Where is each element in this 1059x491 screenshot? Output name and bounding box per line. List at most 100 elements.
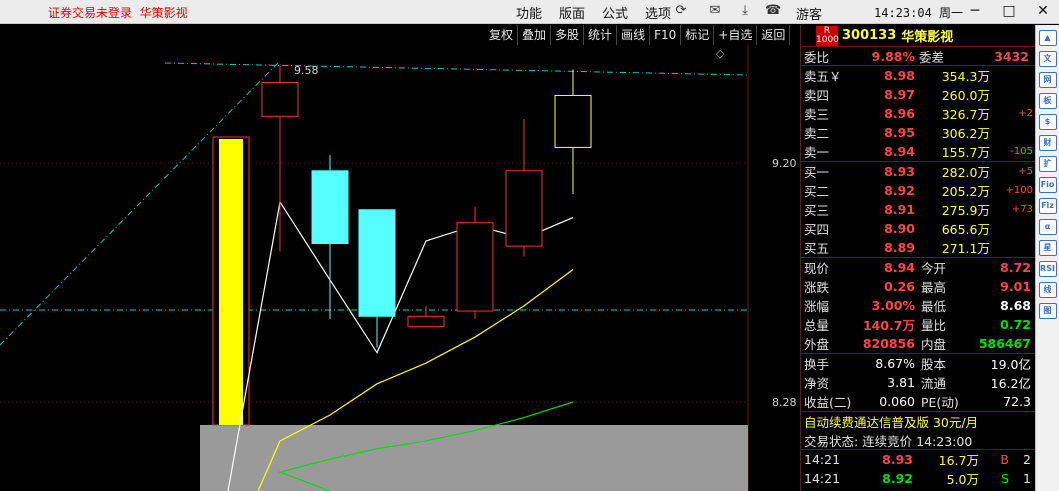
chart-toolbar: 复权 叠加 多股 统计 画线 F10 标记 +自选 返回 <box>485 25 791 45</box>
bid-row[interactable]: 买二 8.92 205.2万 +100 <box>801 181 1035 200</box>
candle-body <box>311 170 349 245</box>
title-bar: 证券交易未登录 华策影视 功能 版面 公式 选项 ⟳ ✉ ⤓ ☎ 游客 14:2… <box>0 0 1059 24</box>
candlestick[interactable] <box>505 118 543 257</box>
refresh-icon[interactable]: ⟳ <box>673 3 689 19</box>
tick-count: 1 <box>1023 471 1031 486</box>
kline-svg[interactable] <box>0 45 800 491</box>
fund-key: 收益(二) <box>804 395 852 410</box>
toolbar-restore-rights[interactable]: 复权 <box>485 25 519 45</box>
level-volume: 260.0万 <box>941 88 990 103</box>
user-label[interactable]: 游客 <box>796 4 822 23</box>
menu-options[interactable]: 选项 <box>645 3 671 22</box>
menu-formula[interactable]: 公式 <box>602 3 628 22</box>
ad-text[interactable]: 自动续费通达信普及版 30元/月 <box>801 412 978 431</box>
stat-row: 外盘 820856 内盘 586467 <box>801 334 1035 353</box>
level-label: 卖五￥ <box>804 69 842 84</box>
level-volume: 205.2万 <box>941 184 990 199</box>
fund-value2: 19.0亿 <box>990 357 1031 372</box>
stat-row: 现价 8.94 今开 8.72 <box>801 258 1035 277</box>
minimize-button[interactable]: ─ <box>966 2 984 20</box>
sidebar-tool-icon[interactable]: 板 <box>1038 93 1057 109</box>
tick-count: 2 <box>1023 452 1031 467</box>
toolbar-add-watchlist[interactable]: +自选 <box>714 25 758 45</box>
level-volume: 326.7万 <box>941 107 990 122</box>
level-label: 买五 <box>804 241 830 256</box>
axis-label-lower: 8.28 <box>772 396 797 409</box>
sidebar-tool-icon[interactable]: 文 <box>1038 51 1057 67</box>
stat-key: 涨幅 <box>804 299 830 314</box>
level-label: 买一 <box>804 165 830 180</box>
ask-row[interactable]: 卖五￥ 8.98 354.3万 <box>801 66 1035 85</box>
sidebar-tool-icon[interactable]: 图 <box>1038 303 1057 319</box>
bid-row[interactable]: 买三 8.91 275.9万 +73 <box>801 200 1035 219</box>
candlestick[interactable] <box>407 305 445 328</box>
menu-layout[interactable]: 版面 <box>559 3 585 22</box>
stat-row: 涨跌 0.26 最高 9.01 <box>801 277 1035 296</box>
level-volume: 271.1万 <box>941 241 990 256</box>
maximize-button[interactable]: □ <box>1000 2 1018 20</box>
fundamental-stats: 换手 8.67% 股本 19.0亿 净资 3.81 流通 16.2亿 收益(二) 0.060 PE(… <box>801 354 1035 412</box>
sidebar-tool-icon[interactable]: α <box>1038 219 1057 235</box>
sidebar-tool-icon[interactable]: $ <box>1038 114 1057 130</box>
bid-row[interactable]: 买五 8.89 271.1万 <box>801 238 1035 257</box>
sidebar-tool-icon[interactable]: 财 <box>1038 135 1057 151</box>
axis-label-upper: 9.20 <box>772 157 797 170</box>
weicha-label: 委差 <box>919 49 945 65</box>
bid-row[interactable]: 买四 8.90 665.6万 <box>801 219 1035 238</box>
ad-row[interactable]: 自动续费通达信普及版 30元/月 <box>801 412 1035 431</box>
candle-body <box>358 209 396 317</box>
stat-value2: 586467 <box>978 336 1031 351</box>
candlestick[interactable] <box>554 69 592 195</box>
toolbar-back[interactable]: 返回 <box>757 25 791 45</box>
margin-badge: R 1000 <box>816 25 839 46</box>
toolbar-multi-stock[interactable]: 多股 <box>551 25 585 45</box>
stat-key: 总量 <box>804 318 830 333</box>
quote-header: R 1000 300133 华策影视 <box>801 25 1035 47</box>
stat-row: 涨幅 3.00% 最低 8.68 <box>801 296 1035 315</box>
ask-row[interactable]: 卖四 8.97 260.0万 <box>801 85 1035 104</box>
ask-row[interactable]: 卖三 8.96 326.7万 +2 <box>801 104 1035 123</box>
candlestick[interactable] <box>456 207 494 319</box>
login-status[interactable]: 证券交易未登录 华策影视 <box>48 4 188 21</box>
level-price: 8.92 <box>884 183 915 198</box>
phone-icon[interactable]: ☎ <box>765 3 781 19</box>
candlestick[interactable] <box>311 155 349 319</box>
toolbar-overlay[interactable]: 叠加 <box>518 25 552 45</box>
diamond-icon[interactable]: ◇ <box>716 47 724 60</box>
stat-value2: 9.01 <box>1000 279 1031 294</box>
sidebar-tool-icon[interactable]: ▲ <box>1038 30 1057 46</box>
sidebar-tool-icon[interactable]: 扩 <box>1038 156 1057 172</box>
sidebar-tool-icon[interactable]: 网 <box>1038 72 1057 88</box>
toolbar-draw-line[interactable]: 画线 <box>617 25 651 45</box>
stat-value2: 8.68 <box>1000 298 1031 313</box>
menu-function[interactable]: 功能 <box>516 3 542 22</box>
sidebar-tool-icon[interactable]: Fio <box>1038 177 1057 193</box>
ask-row[interactable]: 卖一 8.94 155.7万 -105 <box>801 142 1035 161</box>
toolbar-statistics[interactable]: 统计 <box>584 25 618 45</box>
sidebar-tool-icon[interactable]: 线 <box>1038 282 1057 298</box>
candlestick[interactable] <box>358 209 396 348</box>
sidebar-tool-icon[interactable]: 星 <box>1038 240 1057 256</box>
level-volume: 306.2万 <box>941 126 990 141</box>
bid-row[interactable]: 买一 8.93 282.0万 +5 <box>801 162 1035 181</box>
download-icon[interactable]: ⤓ <box>737 3 753 19</box>
login-status-text[interactable]: 证券交易未登录 <box>48 6 132 20</box>
sidebar-tool-icon[interactable]: Fiz <box>1038 198 1057 214</box>
candlestick[interactable] <box>261 64 299 252</box>
message-icon[interactable]: ✉ <box>707 3 723 19</box>
toolbar-mark[interactable]: 标记 <box>681 25 715 45</box>
fund-row: 收益(二) 0.060 PE(动) 72.3 <box>801 392 1035 411</box>
weicha-value: 3432 <box>994 48 1029 64</box>
level-label: 卖一 <box>804 145 830 160</box>
toolbar-f10[interactable]: F10 <box>650 25 682 45</box>
tick-time: 14:21 <box>804 471 841 486</box>
sidebar-tool-icon[interactable]: RSI <box>1038 261 1057 277</box>
level-price: 8.93 <box>884 164 915 179</box>
fund-value2: 72.3 <box>1003 394 1031 409</box>
ask-row[interactable]: 卖二 8.95 306.2万 <box>801 123 1035 142</box>
close-button[interactable]: ✕ <box>1034 2 1052 20</box>
level-price: 8.94 <box>884 144 915 159</box>
kline-chart[interactable]: 9.58 9.20 8.28 ◇ <box>0 45 800 491</box>
fund-key2: 流通 <box>921 376 947 391</box>
level-volume: 155.7万 <box>941 145 990 160</box>
